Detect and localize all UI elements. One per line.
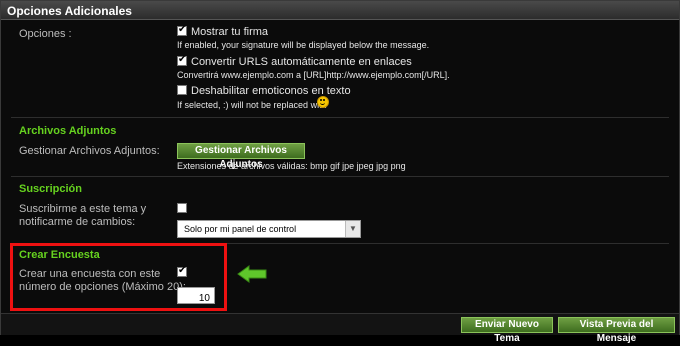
disable-smilies-label: Deshabilitar emoticonos en texto: [191, 85, 351, 97]
arrow-left-icon: [237, 265, 267, 283]
subscription-section-title: Suscripción: [19, 183, 82, 195]
show-signature-checkbox[interactable]: [177, 24, 187, 36]
subscription-mode-select[interactable]: Solo por mi panel de control ▼: [177, 220, 361, 238]
options-label: Opciones :: [19, 28, 72, 40]
show-signature-label: Mostrar tu firma: [191, 26, 269, 38]
attachments-label: Gestionar Archivos Adjuntos:: [19, 145, 160, 157]
additional-options-panel: Opciones Adicionales Opciones : Mostrar …: [0, 0, 680, 344]
subscription-label-line2: notificarme de cambios:: [19, 216, 136, 228]
disable-smilies-desc: If selected, :) will not be replaced wit…: [177, 100, 327, 110]
convert-urls-checkbox[interactable]: [177, 54, 187, 66]
preview-post-button[interactable]: Vista Previa del Mensaje: [558, 317, 675, 344]
smiley-emoticon-icon: [317, 96, 329, 108]
disable-smilies-checkbox[interactable]: [177, 85, 187, 95]
show-signature-desc: If enabled, your signature will be displ…: [177, 40, 430, 50]
attachment-extensions: Extensiones de archivos válidas: bmp gif…: [177, 161, 406, 171]
poll-section-title: Crear Encuesta: [19, 249, 100, 261]
subscription-mode-value: Solo por mi panel de control: [184, 224, 297, 234]
subscription-label-line1: Suscribirme a este tema y: [19, 203, 147, 215]
poll-options-count-field[interactable]: [178, 291, 214, 306]
poll-label-line1: Crear una encuesta con este: [19, 268, 161, 280]
chevron-down-icon[interactable]: ▼: [345, 221, 360, 237]
convert-urls-desc: Convertirá www.ejemplo.com a [URL]http:/…: [177, 70, 450, 80]
poll-label-line2: número de opciones (Máximo 20):: [19, 281, 186, 293]
panel-title: Opciones Adicionales: [7, 4, 132, 18]
divider: [11, 117, 669, 118]
subscribe-checkbox[interactable]: [177, 203, 187, 213]
submit-new-thread-button[interactable]: Enviar Nuevo Tema: [461, 317, 553, 344]
convert-urls-label: Convertir URLS automáticamente en enlace…: [191, 56, 412, 68]
poll-options-count-input[interactable]: [177, 287, 215, 306]
attachments-section-title: Archivos Adjuntos: [19, 125, 117, 137]
divider: [11, 176, 669, 177]
panel-header: Opciones Adicionales: [1, 1, 679, 20]
manage-attachments-button[interactable]: Gestionar Archivos Adjuntos: [177, 143, 305, 170]
create-poll-checkbox[interactable]: [177, 265, 187, 277]
